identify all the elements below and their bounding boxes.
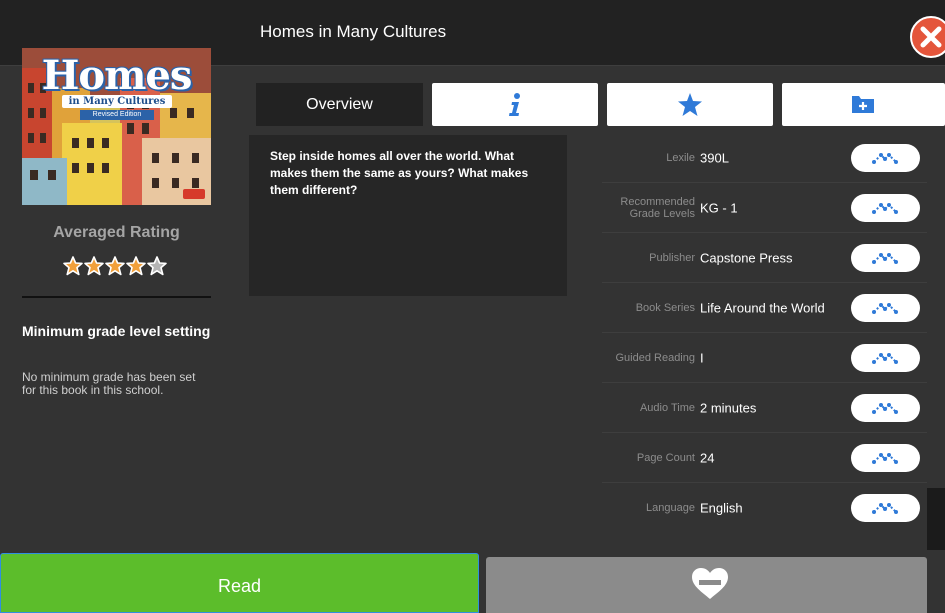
detail-label: Lexile: [666, 151, 695, 164]
star-filled-icon: [63, 256, 83, 276]
publisher-logo: [183, 189, 205, 199]
star-filled-icon: [84, 256, 104, 276]
detail-row: Publisher Capstone Press: [602, 233, 927, 283]
book-description: Step inside homes all over the world. Wh…: [270, 149, 529, 197]
sidebar-divider: [22, 296, 211, 298]
detail-row: Book Series Life Around the World: [602, 283, 927, 333]
detail-label: Language: [646, 502, 695, 514]
similar-books-icon: [872, 202, 898, 214]
cover-title: Homes: [41, 52, 193, 99]
min-grade-text: No minimum grade has been set for this b…: [22, 370, 196, 397]
tab-add-to-collection[interactable]: [782, 83, 945, 126]
book-details-list: Lexile 390L Recommended Grade Levels KG - 1…: [602, 133, 927, 533]
cover-subtitle: in Many Cultures: [62, 95, 172, 108]
similar-books-icon: [872, 452, 898, 464]
similar-books-button[interactable]: [851, 343, 920, 372]
star-filled-icon: [126, 256, 146, 276]
book-cover: Homes in Many Cultures Revised Edition: [22, 48, 211, 205]
detail-value: Capstone Press: [700, 250, 793, 265]
remove-favorite-button[interactable]: [486, 557, 927, 613]
averaged-rating-label: Averaged Rating: [53, 224, 180, 241]
similar-books-icon: [872, 503, 898, 514]
similar-books-button[interactable]: [851, 494, 920, 522]
tab-favorite[interactable]: [607, 83, 773, 126]
tab-info[interactable]: [432, 83, 598, 126]
detail-label: Guided Reading: [615, 351, 695, 364]
detail-label: Publisher: [649, 251, 695, 264]
detail-label: Page Count: [636, 451, 695, 464]
similar-books-button[interactable]: [851, 143, 920, 172]
book-details-screen: Homes in Many Cultures Homes in Many Cul…: [0, 0, 945, 613]
read-button[interactable]: Read: [0, 553, 479, 613]
detail-label: Book Series: [635, 301, 695, 314]
detail-row: Guided Reading I: [602, 333, 927, 383]
detail-value: Life Around the World: [700, 300, 825, 315]
similar-books-button[interactable]: [851, 243, 920, 272]
detail-row: Language English: [602, 483, 927, 533]
similar-books-button[interactable]: [851, 293, 920, 322]
detail-row: Lexile 390L: [602, 133, 927, 183]
close-button[interactable]: [910, 16, 945, 58]
scrollbar[interactable]: [927, 488, 945, 550]
star-filled-icon: [105, 256, 125, 276]
min-grade-title: Minimum grade level setting: [22, 323, 211, 339]
close-icon: [920, 26, 942, 48]
detail-value: KG - 1: [700, 200, 738, 215]
detail-value: I: [700, 350, 704, 365]
detail-value: 24: [700, 450, 715, 465]
detail-value: 2 minutes: [700, 400, 757, 415]
detail-value: 390L: [700, 150, 729, 165]
add-to-folder-icon: [852, 96, 874, 113]
detail-value: English: [700, 500, 743, 516]
detail-label: Audio Time: [639, 401, 695, 414]
rating-stars: [63, 256, 167, 276]
description-box: Step inside homes all over the world. Wh…: [249, 135, 567, 296]
similar-books-icon: [872, 252, 898, 264]
detail-label: Recommended Grade Levels: [620, 195, 695, 220]
similar-books-icon: [872, 302, 898, 314]
similar-books-icon: [872, 152, 898, 164]
cover-edition-badge: Revised Edition: [80, 110, 154, 120]
detail-row: Page Count 24: [602, 433, 927, 483]
similar-books-button[interactable]: [851, 443, 920, 472]
similar-books-button[interactable]: [851, 393, 920, 422]
similar-books-icon: [872, 352, 898, 364]
similar-books-icon: [872, 402, 898, 414]
star-empty-icon: [147, 256, 167, 276]
similar-books-button[interactable]: [851, 193, 920, 222]
detail-row: Recommended Grade Levels KG - 1: [602, 183, 927, 233]
book-title: Homes in Many Cultures: [260, 22, 447, 41]
detail-row: Audio Time 2 minutes: [602, 383, 927, 433]
heart-minus-icon: [692, 568, 728, 599]
star-icon: [678, 93, 702, 116]
info-icon: [509, 93, 520, 116]
tab-overview[interactable]: Overview: [256, 83, 423, 126]
